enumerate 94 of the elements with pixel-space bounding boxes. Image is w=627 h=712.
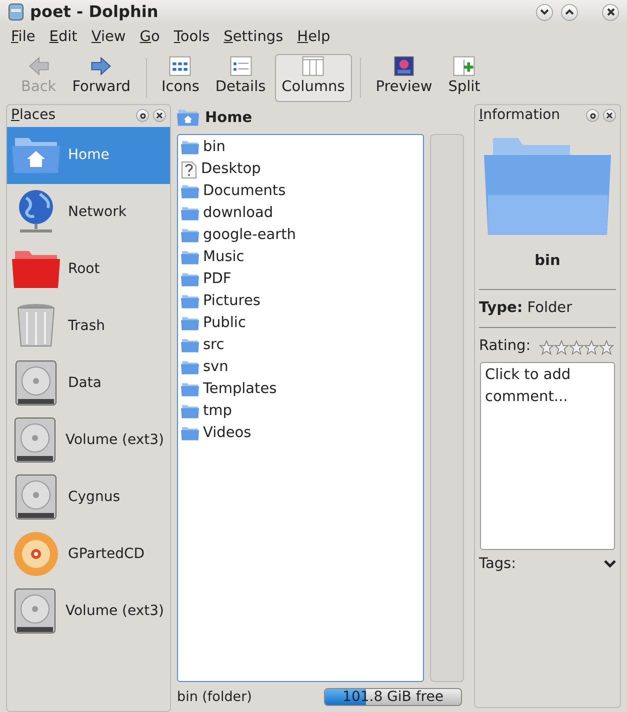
folder-icon	[181, 184, 199, 200]
folder-icon	[181, 426, 199, 442]
close-button[interactable]	[602, 4, 619, 20]
toolbar-button[interactable]: Forward	[65, 54, 138, 102]
close-button[interactable]	[603, 109, 616, 122]
directory-entry[interactable]: Pictures	[181, 290, 420, 313]
menu-item[interactable]: View	[84, 26, 133, 50]
menu-item[interactable]: Edit	[42, 26, 84, 50]
column-view-icon	[301, 54, 326, 77]
panel-title: Information	[479, 106, 560, 126]
folder-icon	[181, 316, 199, 332]
directory-entry[interactable]: Desktop	[181, 158, 420, 181]
directory-entry[interactable]: bin	[181, 136, 420, 159]
detail-view-icon	[228, 54, 253, 77]
place-item[interactable]: Root	[7, 240, 170, 298]
type-label: Type:	[479, 300, 523, 316]
folder-icon	[181, 294, 199, 310]
split-view-icon	[452, 54, 476, 77]
toolbar-button[interactable]: Details	[208, 54, 273, 102]
directory-entry[interactable]: download	[181, 202, 420, 225]
minimize-button[interactable]	[536, 4, 553, 20]
close-icon	[606, 8, 614, 16]
home-folder-icon	[177, 109, 199, 126]
hard-drive-icon	[12, 587, 57, 636]
directory-entry[interactable]: tmp	[181, 400, 420, 423]
place-item[interactable]: Data	[7, 354, 170, 412]
disc-icon	[12, 530, 60, 578]
unknown-file-icon	[181, 160, 197, 179]
directory-entry[interactable]: Music	[181, 246, 420, 269]
close-icon	[606, 112, 613, 120]
chevron-down-icon	[540, 9, 549, 15]
toolbar-button[interactable]: Split	[441, 54, 488, 102]
ring-icon	[140, 112, 146, 119]
folder-icon	[181, 140, 199, 156]
folder-icon	[12, 250, 60, 288]
icon-view-icon	[168, 54, 192, 77]
place-item[interactable]: Cygnus	[7, 468, 170, 526]
directory-entry[interactable]: src	[181, 334, 420, 357]
hard-drive-icon	[14, 359, 58, 408]
folder-icon	[181, 404, 199, 420]
window-title: poet - Dolphin	[30, 1, 158, 23]
folder-icon	[181, 228, 199, 244]
folder-icon	[181, 360, 199, 376]
menu-item[interactable]: Settings	[216, 26, 290, 50]
float-button[interactable]	[136, 109, 149, 122]
folder-icon	[181, 382, 199, 398]
trash-can-icon	[16, 303, 56, 350]
folder-icon	[181, 272, 199, 288]
chevron-up-icon	[565, 9, 574, 15]
menu-item[interactable]: Go	[132, 26, 167, 50]
menu-item[interactable]: File	[4, 26, 42, 50]
float-button[interactable]	[586, 109, 599, 122]
panel-title: Places	[11, 106, 56, 126]
forward-arrow-icon	[89, 54, 114, 77]
star-rating[interactable]	[538, 340, 614, 355]
rating-label: Rating:	[479, 337, 531, 356]
place-item[interactable]: Trash	[7, 298, 170, 355]
maximize-button[interactable]	[561, 4, 578, 20]
directory-entry[interactable]: Videos	[181, 422, 420, 445]
place-item[interactable]: Volume (ext3)	[7, 582, 170, 640]
menu-item[interactable]: Tools	[166, 26, 217, 50]
image-icon	[392, 54, 416, 77]
home-folder-icon	[12, 137, 60, 174]
directory-entry[interactable]: svn	[181, 356, 420, 379]
menu-item[interactable]: Help	[290, 26, 338, 50]
place-item[interactable]: Home	[7, 126, 170, 184]
folder-icon	[181, 338, 199, 354]
place-item[interactable]: GPartedCD	[7, 526, 170, 583]
chevron-icon[interactable]	[604, 560, 616, 570]
folder-icon	[181, 250, 199, 266]
toolbar-button[interactable]: Columns	[274, 54, 352, 102]
type-value: Folder	[527, 300, 572, 316]
comment-field[interactable]: Click to add comment...	[480, 362, 615, 550]
folder-icon	[181, 206, 199, 222]
tags-label: Tags:	[479, 555, 516, 574]
ring-icon	[590, 112, 596, 119]
app-icon	[8, 3, 24, 21]
column-title: Home	[205, 108, 252, 128]
place-item[interactable]: Volume (ext3)	[7, 412, 170, 469]
directory-entry[interactable]: PDF	[181, 268, 420, 291]
back-arrow-icon	[26, 54, 51, 77]
directory-entry[interactable]: Templates	[181, 378, 420, 401]
directory-entry[interactable]: Public	[181, 312, 420, 335]
hard-drive-icon	[12, 416, 57, 464]
place-item[interactable]: Network	[7, 184, 170, 241]
status-text: bin (folder)	[177, 688, 252, 707]
close-button[interactable]	[153, 109, 166, 122]
file-name: bin	[534, 252, 562, 271]
toolbar-button[interactable]: Icons	[154, 54, 206, 102]
close-icon	[156, 112, 163, 120]
toolbar-button[interactable]: Preview	[368, 54, 440, 102]
hard-drive-icon	[14, 473, 58, 522]
directory-entry[interactable]: google-earth	[181, 224, 420, 247]
directory-entry[interactable]: Documents	[181, 180, 420, 203]
